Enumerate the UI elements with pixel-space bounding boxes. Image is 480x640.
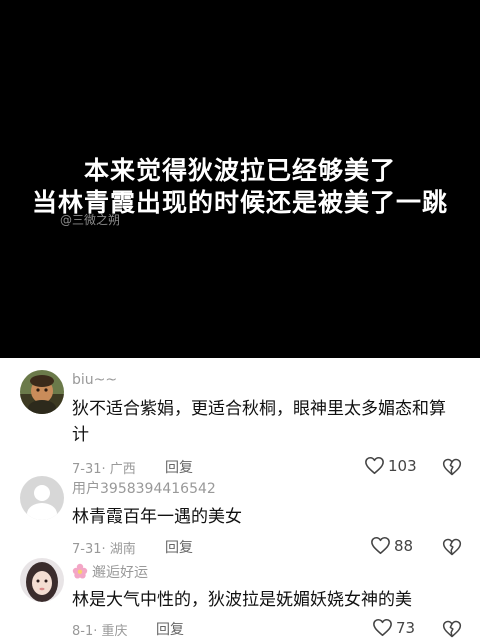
video-player[interactable]: 本来觉得狄波拉已经够美了 当林青霞出现的时候还是被美了一跳 @三微之朔 <box>0 0 480 358</box>
reply-button[interactable]: 回复 <box>165 537 193 557</box>
video-watermark: @三微之朔 <box>60 213 121 227</box>
dislike-button[interactable] <box>442 619 462 639</box>
flower-icon <box>72 563 88 579</box>
like-button[interactable]: 73 <box>372 618 415 637</box>
like-count: 73 <box>396 618 416 637</box>
comment-text: 林是大气中性的，狄波拉是妩媚妖娆女神的美 <box>72 590 412 610</box>
reply-button[interactable]: 回复 <box>165 457 193 477</box>
like-button[interactable]: 88 <box>370 536 413 555</box>
comment-date-location: 7-31· 湖南 <box>72 542 136 557</box>
comment-date-location: 7-31· 广西 <box>72 462 136 477</box>
comment-list: biu~~ 狄不适合紫娟，更适合秋桐，眼神里太多媚态和算计 7-31· 广西 回… <box>0 358 480 640</box>
comment-username[interactable]: 邂逅好运 <box>72 562 148 582</box>
avatar[interactable] <box>20 476 64 520</box>
comment-text: 狄不适合紫娟，更适合秋桐，眼神里太多媚态和算计 <box>72 399 446 445</box>
heart-icon <box>365 456 384 475</box>
avatar[interactable] <box>20 370 64 414</box>
like-count: 88 <box>394 536 414 555</box>
like-button[interactable]: 103 <box>364 456 417 475</box>
comment-date-location: 8-1· 重庆 <box>72 624 128 639</box>
heart-icon <box>371 536 390 555</box>
avatar[interactable] <box>20 558 64 602</box>
comment-username[interactable]: 用户3958394416542 <box>72 478 216 498</box>
broken-heart-icon <box>442 458 462 476</box>
video-caption-line-1: 本来觉得狄波拉已经够美了 <box>83 156 396 185</box>
broken-heart-icon <box>442 620 462 638</box>
like-count: 103 <box>388 456 417 475</box>
dislike-button[interactable] <box>442 537 462 557</box>
broken-heart-icon <box>442 538 462 556</box>
comment-username-text: 邂逅好运 <box>92 565 148 581</box>
comment-username[interactable]: biu~~ <box>72 372 117 388</box>
comment-text: 林青霞百年一遇的美女 <box>72 507 242 527</box>
heart-icon <box>373 618 392 637</box>
reply-button[interactable]: 回复 <box>156 619 184 639</box>
dislike-button[interactable] <box>442 457 462 477</box>
